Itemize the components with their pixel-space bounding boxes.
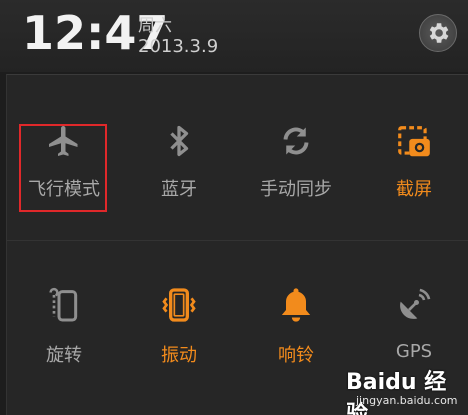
gps-icon [400, 288, 431, 319]
toggle-label: 响铃 [278, 345, 314, 366]
status-header: 12:47 周六 2013.3.9 [0, 0, 468, 72]
toggle-label: 旋转 [46, 345, 82, 366]
toggle-label: GPS [395, 341, 433, 362]
toggle-label: 截屏 [396, 179, 432, 200]
watermark-url: jingyan.baidu.com [356, 394, 458, 407]
bluetooth-icon [170, 125, 189, 157]
vibrate-icon [162, 288, 196, 322]
gear-icon [429, 23, 449, 43]
toggle-vibrate[interactable]: 振动 [124, 273, 234, 393]
sync-icon [283, 127, 309, 155]
bell-icon [281, 288, 311, 322]
screenshot-icon [398, 126, 430, 157]
toggle-label: 蓝牙 [161, 179, 197, 200]
toggle-label: 手动同步 [260, 179, 332, 200]
date-label: 2013.3.9 [138, 36, 219, 57]
baidu-watermark: Baidu 经验 jingyan.baidu.com [336, 362, 468, 415]
row-divider [7, 240, 468, 241]
toggle-manual-sync[interactable]: 手动同步 [241, 105, 351, 225]
toggle-label: 振动 [161, 345, 197, 366]
weekday-label: 周六 [138, 16, 172, 36]
watermark-brand: Baidu 经验 [346, 370, 447, 415]
highlight-box [19, 124, 107, 212]
rotate-icon [49, 287, 78, 322]
toggle-bluetooth[interactable]: 蓝牙 [124, 105, 234, 225]
settings-button[interactable] [419, 14, 457, 52]
toggle-rotation[interactable]: 旋转 [9, 273, 119, 393]
toggle-screenshot[interactable]: 截屏 [359, 105, 468, 225]
toggle-ringer[interactable]: 响铃 [241, 273, 351, 393]
